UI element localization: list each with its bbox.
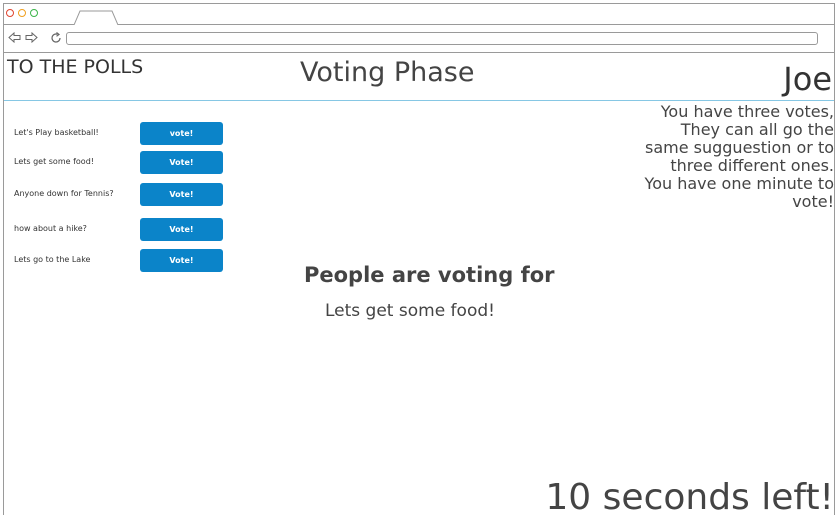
instructions-line: You have one minute to — [644, 174, 834, 193]
vote-button-basketball[interactable]: vote! — [140, 122, 223, 145]
tab-strip — [4, 4, 834, 25]
back-arrow-icon[interactable] — [8, 32, 21, 43]
browser-window: TO THE POLLS Voting Phase Joe You have t… — [3, 3, 835, 518]
voting-heading: People are voting for — [304, 263, 555, 287]
page-title: Voting Phase — [300, 57, 475, 88]
close-window-icon[interactable] — [6, 9, 14, 17]
instructions-line: same sugguestion or to — [644, 138, 834, 157]
vote-button-hike[interactable]: Vote! — [140, 218, 223, 241]
instructions-line: They can all go the — [680, 120, 834, 139]
suggestion-label: Lets get some food! — [14, 157, 94, 166]
voting-current-choice: Lets get some food! — [325, 301, 495, 321]
minimize-window-icon[interactable] — [18, 9, 26, 17]
suggestion-label: Lets go to the Lake — [14, 255, 91, 264]
countdown-timer: 10 seconds left! — [545, 477, 834, 518]
vote-button-lake[interactable]: Vote! — [140, 249, 223, 272]
suggestion-label: Anyone down for Tennis? — [14, 189, 114, 198]
instructions-text: You have three votes, They can all go th… — [594, 103, 834, 211]
instructions-line: vote! — [792, 192, 834, 211]
maximize-window-icon[interactable] — [30, 9, 38, 17]
reload-icon[interactable] — [50, 32, 62, 44]
vote-button-tennis[interactable]: Vote! — [140, 183, 223, 206]
header-divider — [4, 100, 834, 101]
app-page: TO THE POLLS Voting Phase Joe You have t… — [4, 52, 834, 518]
instructions-line: You have three votes, — [660, 102, 834, 121]
instructions-line: three different ones. — [670, 156, 834, 175]
navigation-bar — [4, 25, 834, 53]
suggestion-label: how about a hike? — [14, 224, 87, 233]
forward-arrow-icon[interactable] — [25, 32, 38, 43]
vote-button-food[interactable]: Vote! — [140, 151, 223, 174]
user-name: Joe — [783, 60, 832, 98]
address-bar[interactable] — [66, 32, 818, 45]
browser-tab[interactable] — [74, 10, 118, 25]
app-title: TO THE POLLS — [7, 56, 144, 78]
suggestion-label: Let's Play basketball! — [14, 128, 99, 137]
